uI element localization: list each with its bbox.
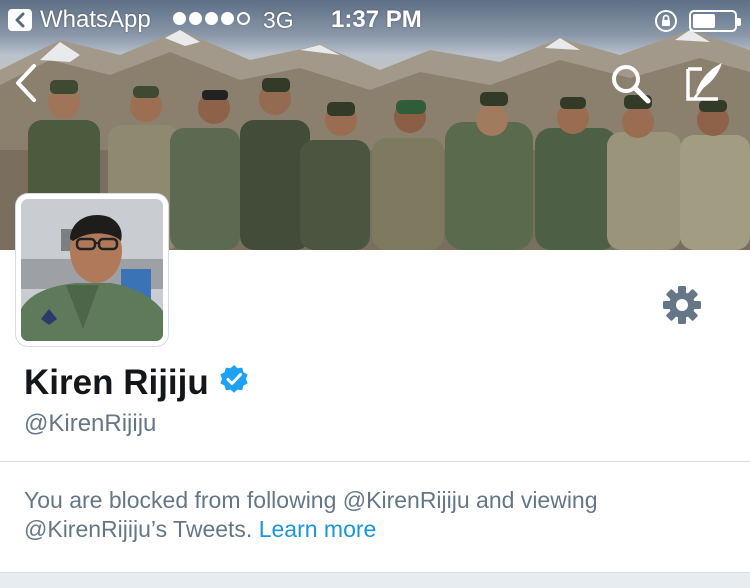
search-icon[interactable]: [609, 62, 653, 111]
divider: [0, 461, 750, 462]
clock: 1:37 PM: [331, 6, 422, 33]
blocked-notice: You are blocked from following @KirenRij…: [24, 486, 724, 544]
signal-strength-icon: [173, 12, 250, 25]
compose-tweet-icon[interactable]: [682, 59, 726, 110]
learn-more-link[interactable]: Learn more: [259, 516, 377, 542]
back-to-app-icon[interactable]: [8, 9, 32, 31]
chevron-left-icon[interactable]: [12, 62, 40, 109]
profile-handle: @KirenRijiju: [24, 410, 157, 437]
display-name-text: Kiren Rijiju: [24, 363, 209, 402]
status-bar: WhatsApp 3G 1:37 PM: [0, 0, 750, 40]
battery-icon: [689, 10, 741, 32]
rotation-lock-icon: [654, 9, 678, 39]
profile-display-name: Kiren Rijiju: [24, 363, 249, 403]
back-to-app-label[interactable]: WhatsApp: [40, 6, 151, 34]
content-area-edge: [0, 572, 750, 588]
network-type: 3G: [263, 7, 294, 33]
profile-avatar[interactable]: [16, 194, 168, 346]
gear-icon[interactable]: [661, 284, 703, 331]
verified-badge-icon: [219, 363, 249, 403]
